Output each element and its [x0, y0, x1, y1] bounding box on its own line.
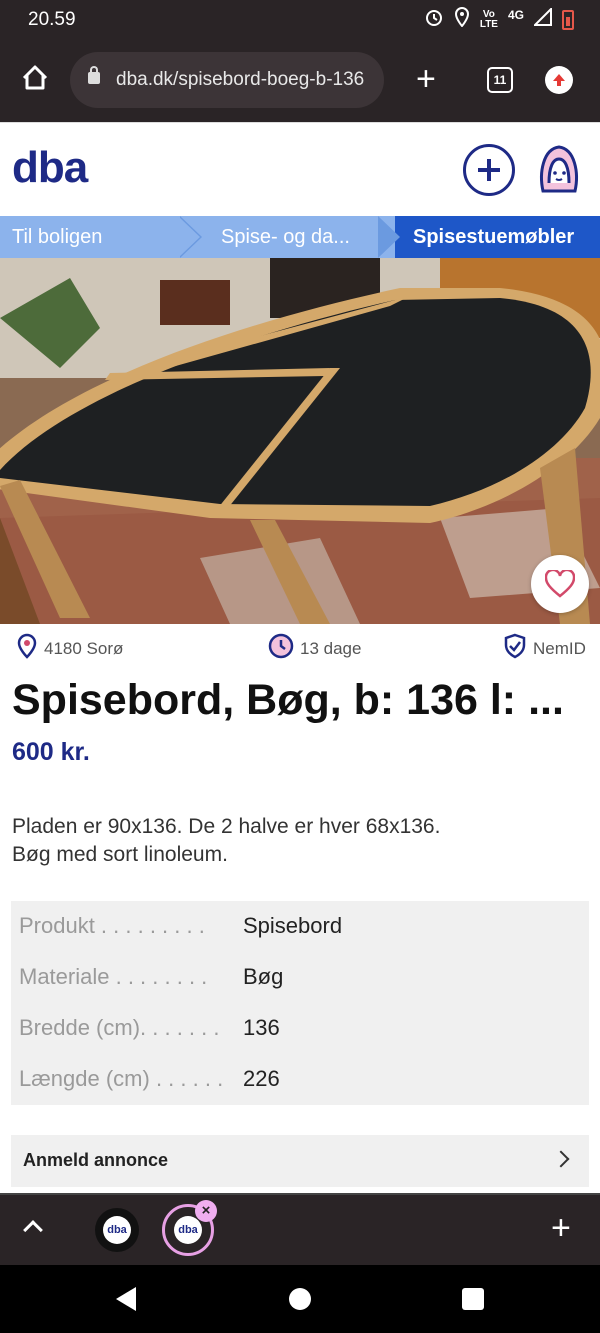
- breadcrumb-separator-fill: [178, 216, 200, 258]
- tab-favicon: dba: [174, 1216, 202, 1244]
- spec-key: Materiale . . . . . . . .: [19, 964, 208, 989]
- listing-title: Spisebord, Bøg, b: 136 l: ...: [12, 676, 564, 724]
- spec-table: Produkt . . . . . . . . . Spisebord Mate…: [11, 901, 589, 1105]
- breadcrumb-item-spisestuemobler[interactable]: Spisestuemøbler: [395, 216, 600, 258]
- tab-dba-1[interactable]: dba: [95, 1208, 139, 1252]
- breadcrumb-item-til-boligen[interactable]: Til boligen: [12, 216, 102, 258]
- recents-icon[interactable]: [462, 1288, 484, 1310]
- listing-price: 600 kr.: [12, 738, 90, 766]
- spec-key: Længde (cm) . . . . . .: [19, 1066, 224, 1091]
- spec-row-laengde: Længde (cm) . . . . . . 226: [11, 1054, 589, 1105]
- update-icon[interactable]: [545, 66, 573, 94]
- shield-check-icon: [503, 633, 527, 664]
- alarm-icon: [424, 7, 444, 33]
- plus-icon[interactable]: +: [551, 1211, 571, 1245]
- location-pin-icon: [16, 633, 38, 664]
- address-bar[interactable]: dba.dk/spisebord-boeg-b-136: [70, 52, 384, 108]
- listing-meta: 4180 Sorø 13 dage NemID: [0, 627, 600, 663]
- breadcrumb-separator: [378, 216, 400, 258]
- tabs-icon[interactable]: 11: [487, 67, 513, 93]
- volte-indicator: Vo LTE: [480, 10, 498, 30]
- network-type: 4G: [507, 8, 524, 22]
- spec-value: 226: [243, 1066, 280, 1091]
- favorite-heart-icon[interactable]: [531, 555, 589, 613]
- breadcrumb-item-spise[interactable]: Spise- og da...: [221, 216, 350, 258]
- clock-icon: [268, 633, 294, 664]
- back-icon[interactable]: [116, 1287, 136, 1311]
- site-header: dba: [0, 122, 600, 216]
- new-tab-plus-icon[interactable]: +: [416, 62, 436, 96]
- description-line: Bøg med sort linoleum.: [12, 843, 228, 866]
- url-text: dba.dk/spisebord-boeg-b-136: [116, 69, 365, 90]
- spec-key: Produkt . . . . . . . . .: [19, 913, 205, 938]
- report-label: Anmeld annonce: [23, 1150, 169, 1170]
- status-icons: Vo LTE 4G: [424, 6, 574, 33]
- status-bar: 20.59 Vo LTE 4G: [0, 0, 600, 40]
- location-text: 4180 Sorø: [44, 638, 124, 658]
- listing-description: Pladen er 90x136. De 2 halve er hver 68x…: [12, 813, 588, 869]
- chevron-right-icon: [552, 1150, 570, 1168]
- lock-icon: [88, 66, 100, 84]
- spec-row-produkt: Produkt . . . . . . . . . Spisebord: [11, 901, 589, 952]
- home-icon[interactable]: [20, 63, 50, 93]
- breadcrumb: Til boligen Spise- og da... Spisestuemøb…: [0, 216, 600, 258]
- spec-row-bredde: Bredde (cm). . . . . . . 136: [11, 1003, 589, 1054]
- close-icon[interactable]: ×: [195, 1200, 217, 1222]
- lte-label: LTE: [479, 19, 498, 30]
- signal-icon: [532, 6, 552, 32]
- report-listing-button[interactable]: Anmeld annonce: [11, 1135, 589, 1187]
- dba-logo[interactable]: dba: [12, 143, 88, 193]
- status-time: 20.59: [28, 9, 76, 30]
- battery-icon: [562, 10, 574, 30]
- listing-photo[interactable]: [0, 258, 600, 624]
- verification-text: NemID: [533, 638, 586, 658]
- system-nav-bar: [0, 1265, 600, 1333]
- age-text: 13 dage: [300, 638, 362, 658]
- listing-verification: NemID: [503, 633, 586, 664]
- spec-key: Bredde (cm). . . . . . .: [19, 1015, 220, 1040]
- location-icon: [454, 6, 470, 33]
- spec-value: Bøg: [243, 964, 284, 989]
- browser-toolbar: dba.dk/spisebord-boeg-b-136 + 11: [0, 40, 600, 122]
- tab-favicon: dba: [103, 1216, 131, 1244]
- create-listing-icon[interactable]: [463, 144, 515, 196]
- spec-value: Spisebord: [243, 913, 343, 938]
- profile-icon[interactable]: [537, 143, 581, 197]
- chevron-up-icon[interactable]: [23, 1220, 43, 1240]
- spec-value: 136: [243, 1015, 280, 1040]
- description-line: Pladen er 90x136. De 2 halve er hver 68x…: [12, 815, 441, 838]
- tab-strip: dba dba × +: [0, 1193, 600, 1265]
- listing-age: 13 dage: [268, 633, 361, 664]
- spec-row-materiale: Materiale . . . . . . . . Bøg: [11, 952, 589, 1003]
- table-photo-illustration: [0, 258, 600, 624]
- home-circle-icon[interactable]: [289, 1288, 311, 1310]
- listing-location: 4180 Sorø: [16, 633, 123, 664]
